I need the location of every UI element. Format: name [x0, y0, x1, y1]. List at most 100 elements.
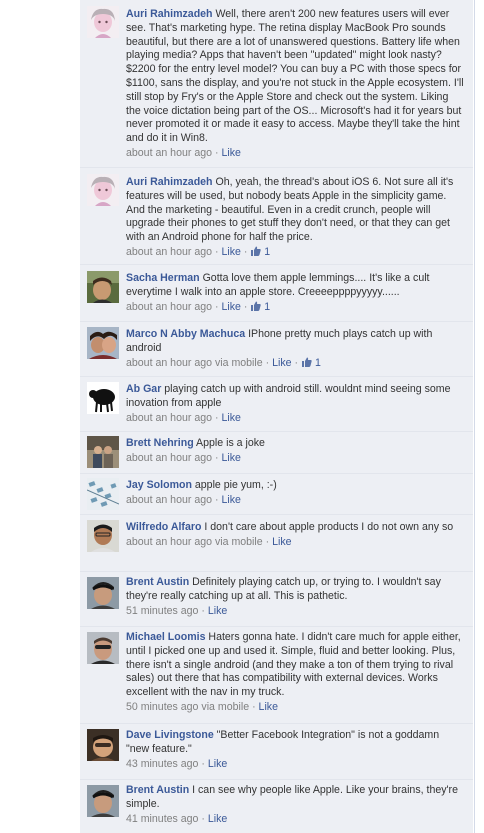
left-gutter	[0, 0, 80, 833]
comment: Auri Rahimzadeh Well, there aren't 200 n…	[80, 0, 473, 168]
avatar[interactable]	[87, 785, 119, 817]
comment-meta: about an hour ago · Like	[126, 411, 241, 424]
comment-source: via mobile	[201, 700, 250, 713]
like-link[interactable]: Like	[208, 813, 227, 825]
like-count[interactable]: 1	[250, 246, 270, 258]
comment: Ab Gar playing catch up with android sti…	[80, 377, 473, 432]
like-link[interactable]: Like	[221, 246, 240, 258]
like-link[interactable]: Like	[221, 301, 240, 313]
comment-text: playing catch up with android still. wou…	[126, 383, 451, 409]
comment-meta: 41 minutes ago · Like	[126, 812, 228, 825]
comment-timestamp[interactable]: 41 minutes ago	[126, 813, 198, 825]
comment: Marco N Abby Machuca IPhone pretty much …	[80, 322, 473, 377]
comment-meta: about an hour ago · Like · 1	[126, 300, 271, 313]
comment-meta: 50 minutes ago via mobile · Like	[126, 700, 278, 713]
comment-meta: about an hour ago · Like	[126, 451, 241, 464]
avatar[interactable]	[87, 520, 119, 552]
comment: Brent Austin I can see why people like A…	[80, 780, 473, 833]
comment-meta: 43 minutes ago · Like	[126, 757, 228, 770]
like-link[interactable]: Like	[221, 452, 240, 464]
comment-body: Jay Solomon apple pie yum, :-) about an …	[126, 479, 465, 507]
comment: Jay Solomon apple pie yum, :-) about an …	[80, 474, 473, 515]
avatar[interactable]	[87, 436, 119, 468]
like-link[interactable]: Like	[208, 758, 227, 770]
comment: Dave Livingstone "Better Facebook Integr…	[80, 724, 473, 780]
comment-author[interactable]: Brett Nehring	[126, 437, 194, 449]
comment-text: Well, there aren't 200 new features user…	[126, 8, 464, 145]
comment-body: Dave Livingstone "Better Facebook Integr…	[126, 729, 465, 771]
comment-source: via mobile	[214, 356, 263, 369]
comment-timestamp[interactable]: about an hour ago	[126, 412, 212, 424]
comment-author[interactable]: Ab Gar	[126, 383, 161, 395]
comment-author[interactable]: Brent Austin	[126, 784, 189, 796]
comment: Brent Austin Definitely playing catch up…	[80, 572, 473, 627]
avatar[interactable]	[87, 478, 119, 510]
comment-text: Apple is a joke	[196, 437, 265, 449]
comment-timestamp[interactable]: about an hour ago	[126, 357, 212, 369]
comment: Auri Rahimzadeh Oh, yeah, the thread's a…	[80, 168, 473, 265]
comment-author[interactable]: Auri Rahimzadeh	[126, 8, 213, 20]
comment-body: Wilfredo Alfaro I don't care about apple…	[126, 521, 465, 549]
comment-meta: about an hour ago · Like	[126, 146, 241, 159]
avatar[interactable]	[87, 729, 119, 761]
comment-body: Sacha Herman Gotta love them apple lemmi…	[126, 272, 465, 314]
comment-body: Auri Rahimzadeh Oh, yeah, the thread's a…	[126, 176, 465, 259]
avatar[interactable]	[87, 271, 119, 303]
like-count-value: 1	[264, 245, 271, 258]
comment-feed: Auri Rahimzadeh Well, there aren't 200 n…	[80, 0, 473, 833]
like-link[interactable]: Like	[259, 701, 278, 713]
like-count[interactable]: 1	[250, 301, 270, 313]
avatar[interactable]	[87, 174, 119, 206]
thumbs-up-icon	[251, 301, 262, 311]
comment-author[interactable]: Auri Rahimzadeh	[126, 176, 213, 188]
comment-meta: about an hour ago via mobile · Like	[126, 535, 292, 548]
comment-body: Brett Nehring Apple is a joke about an h…	[126, 437, 465, 465]
comment-timestamp[interactable]: about an hour ago	[126, 301, 212, 313]
comment-text: apple pie yum, :-)	[194, 479, 277, 491]
like-link[interactable]: Like	[272, 536, 291, 548]
comment: Wilfredo Alfaro I don't care about apple…	[80, 515, 473, 572]
comment-author[interactable]: Sacha Herman	[126, 272, 200, 284]
comment-body: Marco N Abby Machuca IPhone pretty much …	[126, 328, 465, 370]
avatar[interactable]	[87, 382, 119, 414]
like-link[interactable]: Like	[221, 147, 240, 159]
like-count-value: 1	[314, 356, 321, 369]
comment-timestamp[interactable]: 43 minutes ago	[126, 758, 198, 770]
comment-meta: about an hour ago via mobile · Like · 1	[126, 356, 321, 369]
like-count[interactable]: 1	[301, 357, 321, 369]
comment: Brett Nehring Apple is a joke about an h…	[80, 432, 473, 474]
comment: Michael Loomis Haters gonna hate. I didn…	[80, 627, 473, 724]
comment-author[interactable]: Brent Austin	[126, 576, 189, 588]
like-link[interactable]: Like	[208, 605, 227, 617]
comment-text: I don't care about apple products I do n…	[204, 521, 454, 533]
comment-body: Ab Gar playing catch up with android sti…	[126, 383, 465, 425]
like-link[interactable]: Like	[221, 494, 240, 506]
comment-body: Auri Rahimzadeh Well, there aren't 200 n…	[126, 8, 465, 160]
comment-timestamp[interactable]: about an hour ago	[126, 536, 212, 548]
comment-author[interactable]: Jay Solomon	[126, 479, 192, 491]
comment-timestamp[interactable]: 51 minutes ago	[126, 605, 198, 617]
comment-body: Brent Austin I can see why people like A…	[126, 784, 465, 826]
comment-timestamp[interactable]: about an hour ago	[126, 494, 212, 506]
avatar[interactable]	[87, 327, 119, 359]
comment-author[interactable]: Michael Loomis	[126, 631, 205, 643]
like-link[interactable]: Like	[221, 412, 240, 424]
comment-author[interactable]: Dave Livingstone	[126, 729, 214, 741]
comment-timestamp[interactable]: about an hour ago	[126, 246, 212, 258]
scroll-gutter	[474, 0, 484, 833]
avatar[interactable]	[87, 632, 119, 664]
comment: Sacha Herman Gotta love them apple lemmi…	[80, 265, 473, 322]
like-count-value: 1	[264, 300, 271, 313]
avatar[interactable]	[87, 6, 119, 38]
like-link[interactable]: Like	[272, 357, 291, 369]
avatar[interactable]	[87, 577, 119, 609]
comment-meta: about an hour ago · Like · 1	[126, 245, 271, 258]
comment-body: Michael Loomis Haters gonna hate. I didn…	[126, 631, 465, 714]
thumbs-up-icon	[251, 246, 262, 256]
comment-timestamp[interactable]: about an hour ago	[126, 452, 212, 464]
comment-meta: 51 minutes ago · Like	[126, 604, 228, 617]
comment-author[interactable]: Wilfredo Alfaro	[126, 521, 201, 533]
comment-timestamp[interactable]: 50 minutes ago	[126, 701, 198, 713]
comment-timestamp[interactable]: about an hour ago	[126, 147, 212, 159]
comment-author[interactable]: Marco N Abby Machuca	[126, 328, 245, 340]
